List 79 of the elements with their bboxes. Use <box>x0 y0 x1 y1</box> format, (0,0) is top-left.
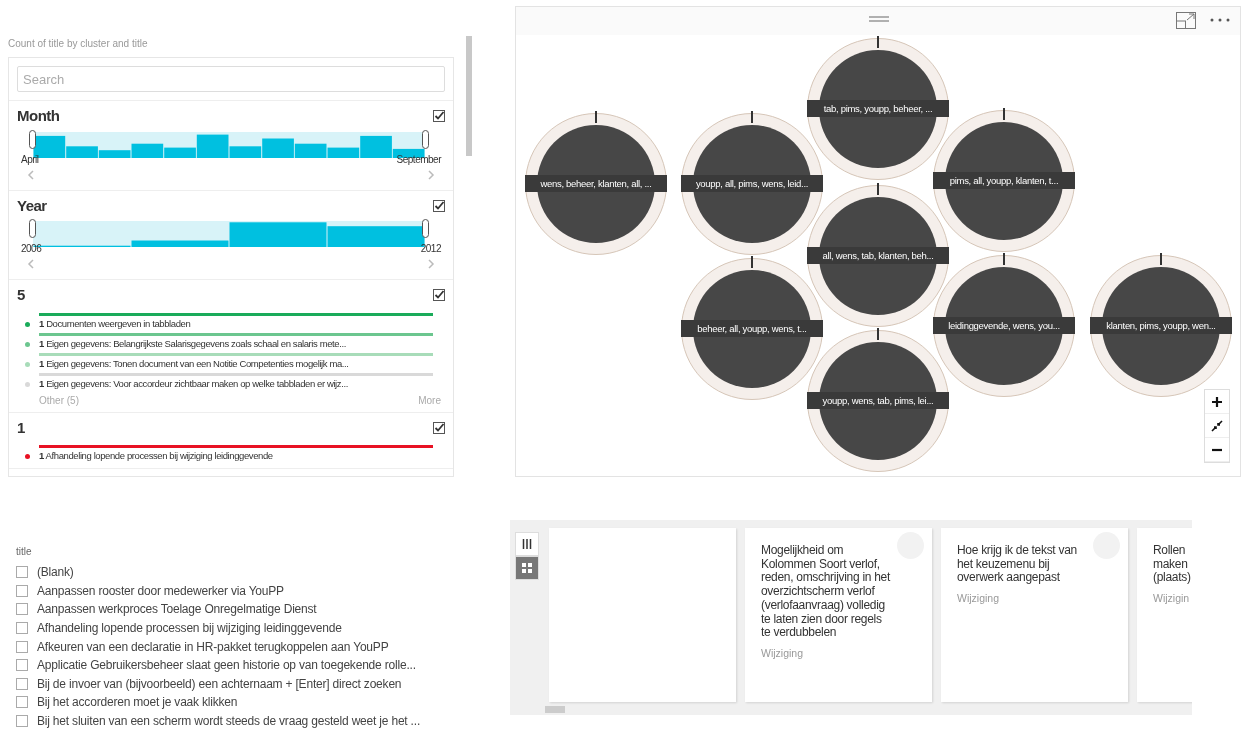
list-item-label[interactable]: Bij het sluiten van een scherm wordt steeds de vraag gesteld weet je het ... <box>37 712 421 731</box>
list-title: title <box>16 545 33 559</box>
list-item-label[interactable]: Bij de invoer van (bijvoorbeeld) een achternaam + [Enter] direct zoeken <box>37 674 402 693</box>
cluster-item[interactable]: 1 Afhandeling lopende processen bij wijziging leidinggevende <box>39 449 273 464</box>
bubble[interactable]: wens, beheer, klanten, all, ... <box>525 113 667 255</box>
list-item-label[interactable]: (Blank) <box>37 563 74 582</box>
checkbox[interactable] <box>16 603 28 616</box>
chevron-right-icon[interactable] <box>427 169 435 180</box>
grid-view-button[interactable] <box>515 556 539 580</box>
list-item-label[interactable]: Aanpassen werkproces Toelage Onregelmatige Dienst <box>37 600 317 619</box>
bubble[interactable]: pims, all, youpp, klanten, t... <box>933 110 1075 252</box>
list-item-label[interactable]: Aanpassen rooster door medewerker via YouPP <box>37 581 284 600</box>
chevron-right-icon[interactable] <box>427 259 435 269</box>
checkbox[interactable] <box>16 696 28 709</box>
cluster-item[interactable]: 1 Eigen gegevens: Tonen document van een Notitie Competenties mogelijk ma... <box>39 356 349 372</box>
cluster-title: 1 <box>17 417 26 438</box>
column-view-button[interactable] <box>515 532 539 556</box>
search-field[interactable]: Search <box>17 66 445 92</box>
card-tag: Wijziging <box>761 645 892 662</box>
bubble[interactable]: leidinggevende, wens, you... <box>933 255 1075 397</box>
grid-icon <box>522 563 532 573</box>
bubble-label: all, wens, tab, klanten, beh... <box>807 247 949 264</box>
card-title: Mogelijkheid om Kolommen Soort verlof, reden, omschrijving in het overzichtscherm verlof (verlofaanvraag) volledig te laten zien door regels te verdubbelen <box>761 544 892 640</box>
checked-checkbox[interactable] <box>433 289 445 302</box>
card[interactable]: Rollen maken (plaats) Wijzigin <box>1137 528 1192 702</box>
timeline-title: Year <box>17 195 47 216</box>
checked-checkbox[interactable] <box>433 110 445 123</box>
checkbox[interactable] <box>16 584 28 597</box>
bubble[interactable]: tab, pims, youpp, beheer, ... <box>807 38 949 180</box>
bubble-label: youpp, wens, tab, pims, lei... <box>807 392 949 409</box>
list-item-label[interactable]: Bij het accorderen moet je vaak klikken <box>37 693 238 712</box>
list-item-label[interactable]: Applicatie Gebruikersbeheer slaat geen historie op van toegekende rolle... <box>37 656 416 675</box>
checkbox[interactable] <box>16 566 28 579</box>
checkbox[interactable] <box>16 715 28 728</box>
scrollbar-thumb[interactable] <box>466 36 472 156</box>
bubble[interactable]: youpp, all, pims, wens, leid... <box>681 113 823 255</box>
bubble[interactable]: youpp, wens, tab, pims, lei... <box>807 330 949 472</box>
card-tag: Wijziging <box>957 591 1088 607</box>
bubble-label: beheer, all, youpp, wens, t... <box>681 320 823 337</box>
checkbox[interactable] <box>16 622 28 635</box>
scrollbar-thumb[interactable] <box>545 706 565 713</box>
checked-checkbox[interactable] <box>433 421 445 434</box>
bubble[interactable]: beheer, all, youpp, wens, t... <box>681 258 823 400</box>
card[interactable]: Mogelijkheid om Kolommen Soort verlof, reden, omschrijving in het overzichtscherm verlof (verlofaanvraag) volledig te laten zien door regels te verdubbelen Wijziging <box>745 528 932 702</box>
checkbox[interactable] <box>16 659 28 672</box>
cluster-item[interactable]: 1 Eigen gegevens: Belangrijkste Salarisgegevens zoals schaal en salaris mete... <box>39 336 346 352</box>
bubble[interactable]: all, wens, tab, klanten, beh... <box>807 185 949 327</box>
checked-checkbox[interactable] <box>433 199 445 212</box>
timeline-title: Month <box>17 106 60 126</box>
drag-handle-icon <box>868 16 890 22</box>
range-end-label: 2012 <box>420 243 441 254</box>
range-start-label: 2006 <box>21 243 42 254</box>
bubble[interactable]: klanten, pims, youpp, wen... <box>1090 255 1232 397</box>
list-item-label[interactable]: Afkeuren van een declaratie in HR-pakket terugkoppelen aan YouPP <box>37 637 389 656</box>
bubble-label: youpp, all, pims, wens, leid... <box>681 175 823 192</box>
checkbox[interactable] <box>16 640 28 653</box>
cluster-item[interactable]: 1 Documenten weergeven in tabbladen <box>39 316 191 332</box>
columns-icon <box>522 539 532 549</box>
bubble-label: pims, all, youpp, klanten, t... <box>933 172 1075 189</box>
bubble-label: klanten, pims, youpp, wen... <box>1090 317 1232 334</box>
list-item-label[interactable]: Afhandeling lopende processen bij wijziging leidinggevende <box>37 619 342 638</box>
range-start-label: April <box>21 153 39 165</box>
chevron-left-icon[interactable] <box>27 169 35 180</box>
card-title: Rollen maken (plaats) <box>1153 544 1191 586</box>
cluster-item[interactable]: 1 Eigen gegevens: Voor accordeur zichtbaar maken op welke tabbladen er wijz... <box>39 376 348 392</box>
more-options-icon[interactable] <box>1210 18 1230 22</box>
bubble-label: tab, pims, youpp, beheer, ... <box>807 100 949 117</box>
card[interactable]: Hoe krijg ik de tekst van het keuzemenu bij overwerk aangepast Wijziging <box>941 528 1128 702</box>
chart-title: Count of title by cluster and title <box>8 37 149 51</box>
chevron-left-icon[interactable] <box>27 259 35 269</box>
bubble-label: leidinggevende, wens, you... <box>933 317 1075 334</box>
cluster-title: 5 <box>17 285 26 305</box>
focus-mode-icon[interactable] <box>1176 12 1196 29</box>
collapse-arrows-icon <box>1211 419 1223 432</box>
card-tag: Wijzigin <box>1153 591 1191 607</box>
checkbox[interactable] <box>16 677 28 690</box>
card-title: Hoe krijg ik de tekst van het keuzemenu bij overwerk aangepast <box>957 544 1078 586</box>
bubble-label: wens, beheer, klanten, all, ... <box>525 175 667 192</box>
plus-icon <box>1211 395 1223 408</box>
